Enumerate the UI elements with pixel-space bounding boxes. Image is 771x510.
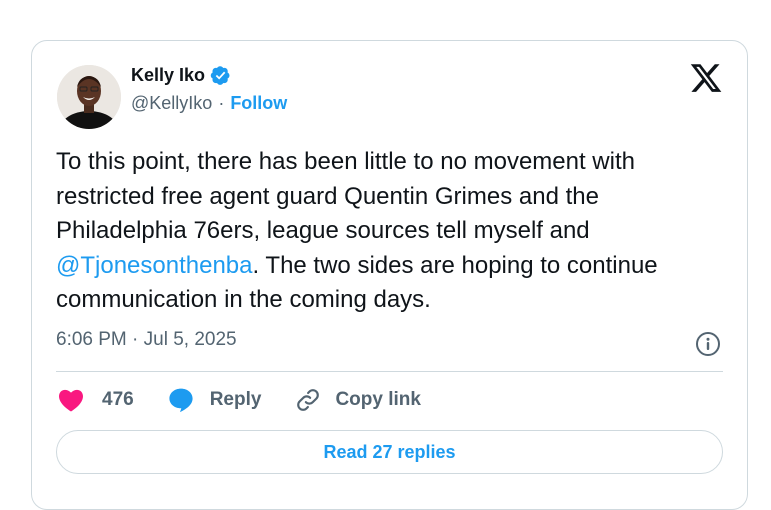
mention-link[interactable]: @Tjonesonthenba	[56, 252, 253, 279]
tweet-text: To this point, there has been little to …	[56, 145, 736, 318]
read-replies-button[interactable]: Read 27 replies	[56, 430, 723, 474]
reply-bubble-icon	[169, 388, 193, 413]
copy-link-label: Copy link	[335, 389, 421, 410]
action-bar: 476 Reply Copy link	[58, 387, 455, 413]
avatar[interactable]	[57, 65, 121, 129]
like-count: 476	[102, 389, 134, 410]
follow-button[interactable]: Follow	[230, 93, 287, 114]
read-replies-label: Read 27 replies	[323, 441, 456, 462]
verified-badge-icon	[210, 65, 231, 86]
author-name[interactable]: Kelly Iko	[131, 65, 205, 86]
divider	[56, 371, 723, 372]
tweet-card: Kelly Iko @KellyIko · Follow To this poi…	[31, 40, 748, 510]
author-name-row: Kelly Iko	[131, 65, 231, 86]
timestamp[interactable]: 6:06 PM · Jul 5, 2025	[56, 329, 237, 351]
handle-row: @KellyIko · Follow	[131, 93, 287, 114]
reply-label: Reply	[209, 389, 262, 410]
like-button[interactable]: 476	[58, 388, 134, 412]
tweet-text-before: To this point, there has been little to …	[56, 148, 635, 244]
x-logo-icon[interactable]	[689, 61, 723, 95]
copy-link-button[interactable]: Copy link	[295, 387, 421, 413]
reply-button[interactable]: Reply	[168, 387, 262, 413]
info-icon[interactable]	[695, 331, 721, 357]
heart-icon	[59, 389, 83, 412]
avatar-image	[57, 65, 121, 129]
separator-dot: ·	[218, 93, 225, 113]
author-handle[interactable]: @KellyIko	[131, 93, 212, 114]
link-icon	[297, 389, 320, 411]
